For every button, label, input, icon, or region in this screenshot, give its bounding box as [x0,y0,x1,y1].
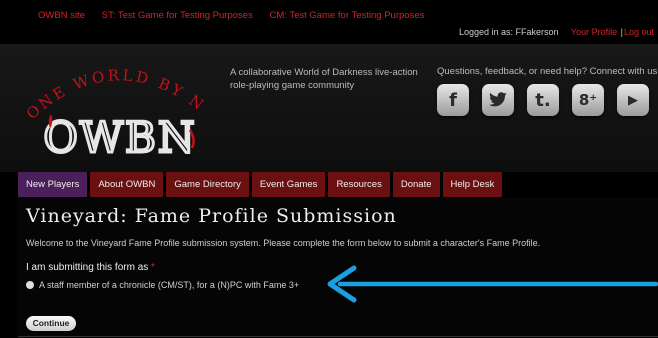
svg-text:ONE WORLD BY NIGHT: ONE WORLD BY NIGHT [20,50,209,123]
site-tagline: A collaborative World of Darkness live-a… [230,67,418,91]
nav-new-players[interactable]: New Players [18,172,88,197]
nav-resources[interactable]: Resources [328,172,390,197]
top-link-st-game[interactable]: ST: Test Game for Testing Purposes [102,10,253,21]
continue-button[interactable]: Continue [26,316,76,331]
page-title: Vineyard: Fame Profile Submission [26,205,397,227]
staff-member-option[interactable]: A staff member of a chronicle (CM/ST), f… [26,280,299,290]
log-out-link[interactable]: Log out [624,27,654,37]
your-profile-link[interactable]: Your Profile [571,27,617,37]
main-nav: New Players About OWBN Game Directory Ev… [18,172,503,197]
content-divider [18,336,658,337]
tumblr-icon[interactable]: t. [527,84,559,116]
top-bar: OWBN site ST: Test Game for Testing Purp… [0,0,658,44]
nav-about-owbn[interactable]: About OWBN [90,172,164,197]
owbn-logo[interactable]: ONE WORLD BY NIGHT OWBN [20,50,220,166]
logo-mark-text: OWBN [43,113,196,162]
top-link-owbn-site[interactable]: OWBN site [38,10,85,21]
google-plus-icon[interactable]: 8⁺ [572,84,604,116]
login-status: Logged in as: FFakerson Your Profile |Lo… [459,27,654,37]
annotation-arrow [327,265,658,303]
site-header: ONE WORLD BY NIGHT OWBN A collaborative … [0,44,658,172]
logged-in-as-text: Logged in as: FFakerson [459,27,559,37]
twitter-icon[interactable] [482,84,514,116]
form-question-label: I am submitting this form as * [26,262,155,273]
top-links: OWBN site ST: Test Game for Testing Purp… [38,10,438,21]
twitter-bird-shape [489,92,507,107]
youtube-icon[interactable]: ▶ [617,84,649,116]
logo-arc-text: ONE WORLD BY NIGHT [20,50,206,123]
nav-game-directory[interactable]: Game Directory [166,172,249,197]
radio-button[interactable] [26,281,34,289]
facebook-icon[interactable]: f [437,84,469,116]
required-marker: * [151,262,155,273]
login-separator: | [620,27,623,37]
nav-event-games[interactable]: Event Games [251,172,326,197]
connect-text: Questions, feedback, or need help? Conne… [437,66,658,77]
staff-member-option-label[interactable]: A staff member of a chronicle (CM/ST), f… [39,280,299,290]
form-question-text: I am submitting this form as [26,262,149,273]
intro-text: Welcome to the Vineyard Fame Profile sub… [26,238,541,248]
nav-donate[interactable]: Donate [392,172,440,197]
top-link-cm-game[interactable]: CM: Test Game for Testing Purposes [269,10,424,21]
nav-help-desk[interactable]: Help Desk [442,172,503,197]
